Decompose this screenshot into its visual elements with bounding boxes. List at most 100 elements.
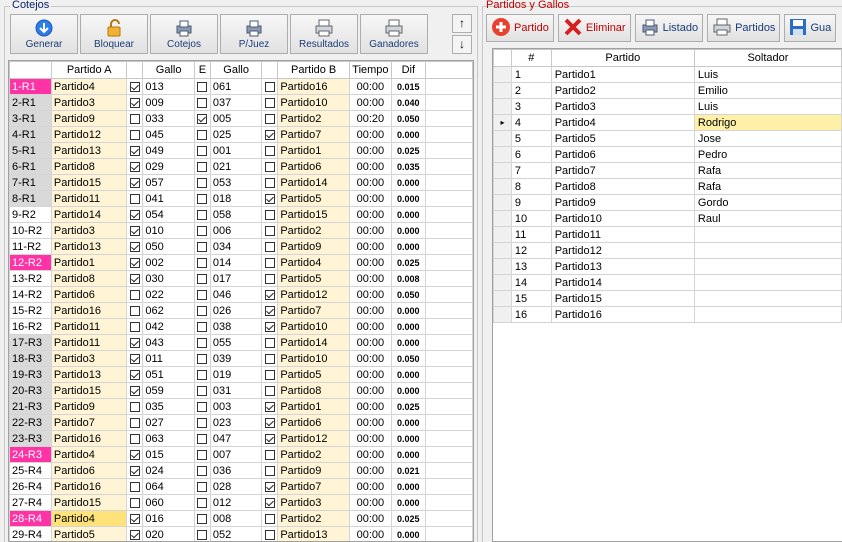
soltador-cell[interactable]	[693, 274, 842, 291]
win-a-checkbox[interactable]	[129, 161, 140, 172]
win-b-checkbox[interactable]	[264, 369, 275, 380]
win-a-checkbox[interactable]	[129, 401, 140, 412]
tiempo-cell[interactable]: 00:00	[348, 350, 392, 367]
empate-checkbox[interactable]	[197, 529, 208, 540]
partido-b-cell[interactable]: Partido16	[277, 78, 350, 95]
partido-b-cell[interactable]: Partido2	[277, 510, 350, 527]
tiempo-cell[interactable]: 00:00	[348, 286, 392, 303]
gallo-a-cell[interactable]: 042	[142, 318, 195, 335]
gallo-b-cell[interactable]: 036	[209, 462, 263, 479]
cotejo-row[interactable]: 27-R4 Partido15 060 012 Partido3 00:00 0.000	[9, 494, 473, 511]
generar-button[interactable]: Generar	[10, 14, 78, 54]
gallo-b-cell[interactable]: 021	[209, 158, 263, 175]
partido-name-cell[interactable]: Partido5	[550, 130, 695, 147]
partido-b-cell[interactable]: Partido5	[277, 190, 350, 207]
row-selector[interactable]	[493, 226, 512, 243]
partido-a-cell[interactable]: Partido6	[50, 462, 128, 479]
win-b-checkbox[interactable]	[264, 417, 275, 428]
tiempo-cell[interactable]: 00:00	[348, 222, 392, 239]
partido-a-cell[interactable]: Partido1	[50, 254, 128, 271]
empate-checkbox[interactable]	[197, 129, 208, 140]
partido-a-cell[interactable]: Partido15	[50, 174, 128, 191]
gallo-a-cell[interactable]: 054	[142, 206, 195, 223]
win-a-checkbox[interactable]	[129, 113, 140, 124]
win-a-checkbox[interactable]	[129, 481, 140, 492]
partido-a-cell[interactable]: Partido9	[50, 110, 128, 127]
gallo-a-cell[interactable]: 050	[142, 238, 195, 255]
tiempo-cell[interactable]: 00:00	[348, 526, 392, 541]
partido-b-cell[interactable]: Partido7	[277, 478, 350, 495]
gallo-a-cell[interactable]: 022	[142, 286, 195, 303]
partido-b-cell[interactable]: Partido6	[277, 158, 350, 175]
resultados-button[interactable]: Resultados	[290, 14, 358, 54]
soltador-cell[interactable]: Emilio	[693, 82, 842, 99]
tiempo-cell[interactable]: 00:00	[348, 190, 392, 207]
win-a-checkbox[interactable]	[129, 289, 140, 300]
win-b-checkbox[interactable]	[264, 145, 275, 156]
empate-checkbox[interactable]	[197, 289, 208, 300]
partido-a-cell[interactable]: Partido8	[50, 270, 128, 287]
tiempo-cell[interactable]: 00:00	[348, 302, 392, 319]
partido-b-cell[interactable]: Partido9	[277, 238, 350, 255]
partido-b-cell[interactable]: Partido14	[277, 334, 350, 351]
cotejos-grid[interactable]: Partido A Gallo E Gallo Partido B Tiempo…	[8, 60, 474, 542]
win-b-checkbox[interactable]	[264, 193, 275, 204]
col-header-e[interactable]: E	[193, 61, 211, 79]
col-header-tiempo[interactable]: Tiempo	[348, 61, 392, 79]
win-a-checkbox[interactable]	[129, 417, 140, 428]
empate-checkbox[interactable]	[197, 513, 208, 524]
empate-checkbox[interactable]	[197, 225, 208, 236]
row-selector[interactable]	[493, 146, 512, 163]
partido-name-cell[interactable]: Partido4	[550, 114, 695, 131]
partido-name-cell[interactable]: Partido16	[550, 306, 695, 323]
partido-name-cell[interactable]: Partido13	[550, 258, 695, 275]
empate-checkbox[interactable]	[197, 417, 208, 428]
gallo-a-cell[interactable]: 045	[142, 126, 195, 143]
partido-a-cell[interactable]: Partido13	[50, 142, 128, 159]
gallo-b-cell[interactable]: 019	[209, 366, 263, 383]
gallo-a-cell[interactable]: 015	[142, 446, 195, 463]
gallo-a-cell[interactable]: 041	[142, 190, 195, 207]
row-selector[interactable]	[493, 82, 512, 99]
partido-a-cell[interactable]: Partido15	[50, 494, 128, 511]
col-header-id[interactable]	[9, 61, 52, 79]
partido-row[interactable]: 13 Partido13	[493, 258, 842, 275]
partido-b-cell[interactable]: Partido5	[277, 270, 350, 287]
empate-checkbox[interactable]	[197, 401, 208, 412]
partido-row[interactable]: 1 Partido1 Luis	[493, 66, 842, 83]
gallo-b-cell[interactable]: 006	[209, 222, 263, 239]
empate-checkbox[interactable]	[197, 81, 208, 92]
tiempo-cell[interactable]: 00:00	[348, 318, 392, 335]
cotejo-row[interactable]: 15-R2 Partido16 062 026 Partido7 00:00 0.000	[9, 302, 473, 319]
tiempo-cell[interactable]: 00:00	[348, 94, 392, 111]
win-a-checkbox[interactable]	[129, 353, 140, 364]
win-b-checkbox[interactable]	[264, 401, 275, 412]
col-header-soltador[interactable]: Soltador	[693, 49, 842, 67]
tiempo-cell[interactable]: 00:00	[348, 78, 392, 95]
partido-name-cell[interactable]: Partido2	[550, 82, 695, 99]
partido-b-cell[interactable]: Partido9	[277, 462, 350, 479]
gallo-b-cell[interactable]: 038	[209, 318, 263, 335]
empate-checkbox[interactable]	[197, 145, 208, 156]
cotejo-row[interactable]: 8-R1 Partido11 041 018 Partido5 00:00 0.000	[9, 190, 473, 207]
soltador-cell[interactable]: Pedro	[693, 146, 842, 163]
gallo-b-cell[interactable]: 014	[209, 254, 263, 271]
gallo-a-cell[interactable]: 033	[142, 110, 195, 127]
win-a-checkbox[interactable]	[129, 257, 140, 268]
empate-checkbox[interactable]	[197, 241, 208, 252]
partido-a-cell[interactable]: Partido14	[50, 206, 128, 223]
tiempo-cell[interactable]: 00:00	[348, 446, 392, 463]
partido-row[interactable]: 10 Partido10 Raul	[493, 210, 842, 227]
gallo-a-cell[interactable]: 059	[142, 382, 195, 399]
partido-a-cell[interactable]: Partido9	[50, 398, 128, 415]
cotejo-row[interactable]: 28-R4 Partido4 016 008 Partido2 00:00 0.025	[9, 510, 473, 527]
col-header-num[interactable]: #	[510, 49, 552, 67]
soltador-cell[interactable]: Rafa	[693, 162, 842, 179]
win-a-checkbox[interactable]	[129, 273, 140, 284]
row-selector[interactable]	[493, 66, 512, 83]
partido-b-cell[interactable]: Partido12	[277, 286, 350, 303]
partido-a-cell[interactable]: Partido11	[50, 190, 128, 207]
cotejo-row[interactable]: 23-R3 Partido16 063 047 Partido12 00:00 0.000	[9, 430, 473, 447]
partido-b-cell[interactable]: Partido10	[277, 350, 350, 367]
tiempo-cell[interactable]: 00:00	[348, 414, 392, 431]
